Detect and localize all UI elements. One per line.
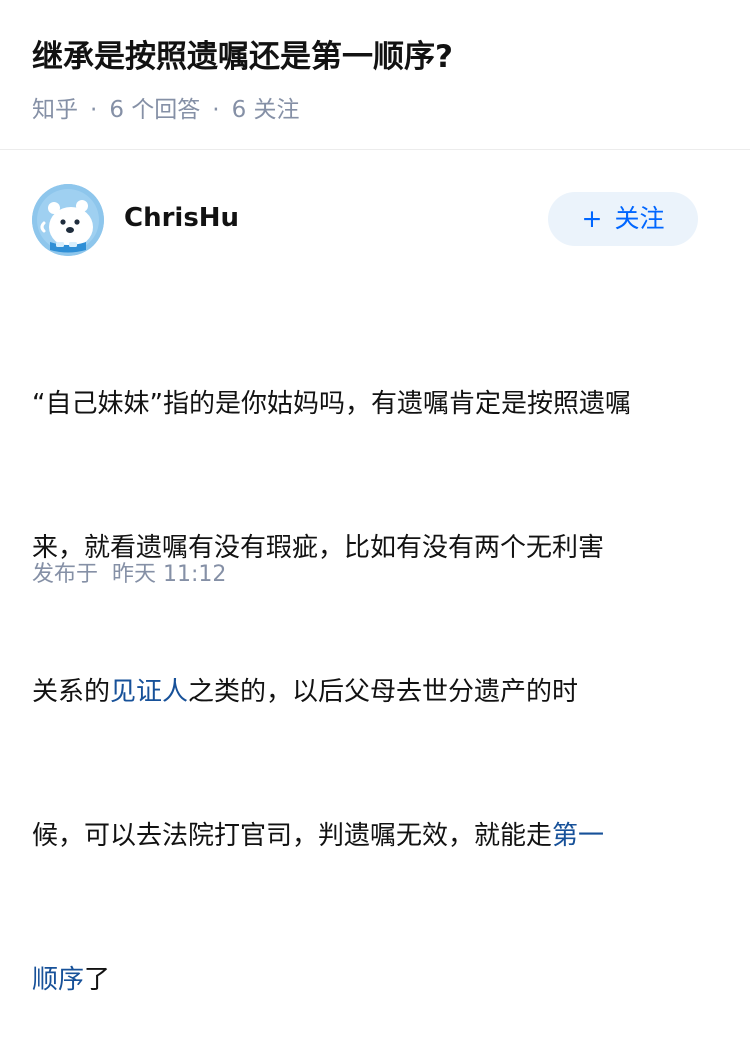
source-label[interactable]: 知乎 xyxy=(32,97,78,123)
answer-body: “自己妹妹”指的是你姑妈吗，有遗嘱肯定是按照遗嘱 来，就看遗嘱有没有瑕疵，比如有… xyxy=(32,284,722,1052)
publish-time: 发布于 昨天 11:12 xyxy=(32,558,226,592)
answer-text: 关系的 xyxy=(32,677,111,707)
question-meta: 知乎 · 6 个回答 · 6 关注 xyxy=(32,93,300,127)
answer-text: 了 xyxy=(84,965,111,995)
follow-label: 关注 xyxy=(614,204,665,233)
publish-label: 发布于 xyxy=(32,562,99,587)
avatar[interactable] xyxy=(32,184,104,256)
answer-text: 之类的，以后父母去世分遗产的时 xyxy=(188,677,579,707)
follow-button[interactable]: + 关注 xyxy=(548,192,698,246)
witness-link[interactable]: 见证人 xyxy=(110,677,188,707)
first-order-link[interactable]: 第一 xyxy=(552,821,604,851)
followers-count[interactable]: 6 关注 xyxy=(232,97,300,123)
question-title[interactable]: 继承是按照遗嘱还是第一顺序? xyxy=(32,34,453,80)
author-row: ChrisHu + 关注 xyxy=(32,184,718,256)
author-name[interactable]: ChrisHu xyxy=(124,200,239,236)
separator-dot: · xyxy=(212,97,220,123)
answers-count[interactable]: 6 个回答 xyxy=(109,97,200,123)
first-order-link-continued[interactable]: 顺序 xyxy=(32,965,84,995)
question-header: 继承是按照遗嘱还是第一顺序? 知乎 · 6 个回答 · 6 关注 xyxy=(0,0,750,150)
separator-dot: · xyxy=(90,97,98,123)
answer-line: 顺序了 xyxy=(32,956,722,1004)
answer-line: 候，可以去法院打官司，判遗嘱无效，就能走第一 xyxy=(32,812,722,860)
avatar-polar-bear-icon xyxy=(32,184,104,256)
answer-line: “自己妹妹”指的是你姑妈吗，有遗嘱肯定是按照遗嘱 xyxy=(32,389,631,419)
answer-line: 关系的见证人之类的，以后父母去世分遗产的时 xyxy=(32,668,722,716)
answer-text: 候，可以去法院打官司，判遗嘱无效，就能走 xyxy=(32,821,553,851)
publish-time-value: 昨天 11:12 xyxy=(112,562,227,587)
plus-icon: + xyxy=(581,204,603,233)
